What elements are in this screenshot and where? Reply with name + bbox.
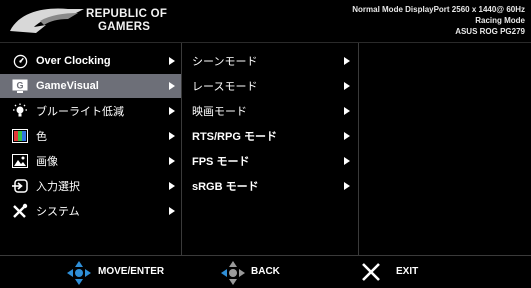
submenu-item-label: シーンモード xyxy=(192,56,258,68)
exit-label: EXIT xyxy=(396,266,419,277)
chevron-right-icon xyxy=(344,132,350,140)
gauge-icon xyxy=(12,53,28,69)
menu-item-over-clocking[interactable]: Over Clocking xyxy=(0,49,181,73)
menu-item-label: システム xyxy=(36,206,80,218)
display-status: Normal Mode DisplayPort 2560 x 1440@ 60H… xyxy=(352,4,525,37)
menu-item-system[interactable]: システム xyxy=(0,199,181,223)
back-label: BACK xyxy=(251,266,280,277)
menu-item-label: GameVisual xyxy=(36,80,99,92)
chevron-right-icon xyxy=(169,207,175,215)
submenu-item-label: レースモード xyxy=(192,81,258,93)
chevron-right-icon xyxy=(169,82,175,90)
header: REPUBLIC OF GAMERS Normal Mode DisplayPo… xyxy=(0,0,531,43)
submenu-item-cinema[interactable]: 映画モード xyxy=(182,99,358,123)
menu-item-label: 色 xyxy=(36,131,47,143)
footer-hints: MOVE/ENTER BACK EXIT xyxy=(0,255,531,288)
submenu-item-srgb[interactable]: sRGB モード xyxy=(182,174,358,198)
submenu-item-label: FPS モード xyxy=(192,156,250,168)
submenu-item-fps[interactable]: FPS モード xyxy=(182,149,358,173)
image-icon xyxy=(12,153,28,169)
chevron-right-icon xyxy=(169,182,175,190)
main-menu: Over Clocking G GameVisual ブルーライト低減 色 画像… xyxy=(0,43,181,255)
menu-item-input-select[interactable]: 入力選択 xyxy=(0,174,181,198)
menu-item-label: Over Clocking xyxy=(36,55,111,67)
menu-item-label: 画像 xyxy=(36,156,58,168)
chevron-right-icon xyxy=(169,132,175,140)
chevron-right-icon xyxy=(169,157,175,165)
submenu-item-label: 映画モード xyxy=(192,106,247,118)
brand-line1: REPUBLIC OF xyxy=(86,8,168,20)
input-icon xyxy=(12,178,28,194)
color-icon xyxy=(12,128,28,144)
chevron-right-icon xyxy=(169,107,175,115)
menu-item-color[interactable]: 色 xyxy=(0,124,181,148)
submenu-item-scenery[interactable]: シーンモード xyxy=(182,49,358,73)
chevron-right-icon xyxy=(344,107,350,115)
menu-item-gamevisual[interactable]: G GameVisual xyxy=(0,74,181,98)
close-icon xyxy=(362,263,380,281)
bulb-icon xyxy=(12,103,28,119)
tools-icon xyxy=(12,203,28,219)
gamevisual-icon: G xyxy=(12,78,28,94)
chevron-right-icon xyxy=(344,57,350,65)
detail-panel xyxy=(359,43,531,255)
svg-text:G: G xyxy=(16,81,23,91)
status-model: ASUS ROG PG279 xyxy=(455,27,525,36)
chevron-right-icon xyxy=(344,82,350,90)
move-enter-label: MOVE/ENTER xyxy=(98,266,165,277)
menu-item-blue-light[interactable]: ブルーライト低減 xyxy=(0,99,181,123)
submenu-item-label: RTS/RPG モード xyxy=(192,131,277,143)
menu-item-label: 入力選択 xyxy=(36,181,80,193)
status-mode: Racing Mode xyxy=(475,16,525,25)
osd-panel: REPUBLIC OF GAMERS Normal Mode DisplayPo… xyxy=(0,0,531,288)
menu-item-label: ブルーライト低減 xyxy=(36,106,124,118)
submenu-item-rts-rpg[interactable]: RTS/RPG モード xyxy=(182,124,358,148)
submenu-item-racing[interactable]: レースモード xyxy=(182,74,358,98)
chevron-right-icon xyxy=(169,57,175,65)
brand-line2: GAMERS xyxy=(98,21,151,33)
submenu-item-label: sRGB モード xyxy=(192,181,259,193)
joystick-back-icon xyxy=(221,261,245,285)
status-signal: Normal Mode DisplayPort 2560 x 1440@ 60H… xyxy=(352,5,525,14)
chevron-right-icon xyxy=(344,182,350,190)
gamevisual-submenu: シーンモード レースモード 映画モード RTS/RPG モード FPS モード … xyxy=(182,43,358,255)
chevron-right-icon xyxy=(344,157,350,165)
joystick-move-icon xyxy=(67,261,91,285)
menu-item-image[interactable]: 画像 xyxy=(0,149,181,173)
